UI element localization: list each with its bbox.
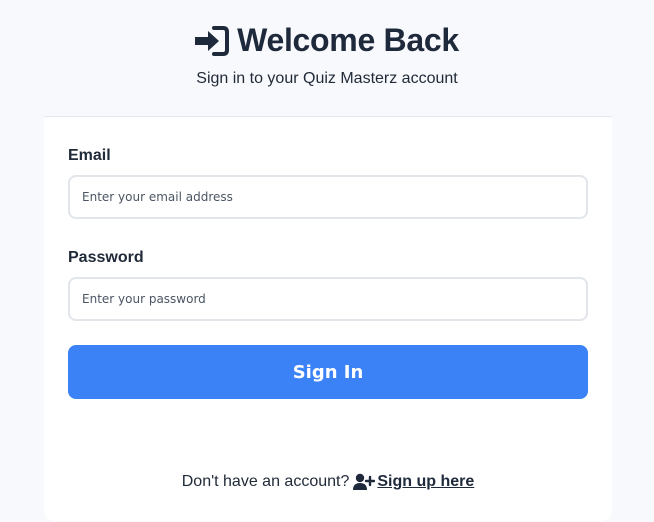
password-field[interactable] (68, 277, 588, 321)
page-subtitle: Sign in to your Quiz Masterz account (196, 70, 458, 87)
signup-link-label: Sign up here (377, 473, 475, 490)
page-title: Welcome Back (237, 22, 459, 58)
signup-link[interactable]: Sign up here (353, 473, 474, 491)
user-plus-icon (353, 473, 376, 491)
email-label: Email (68, 147, 111, 164)
title-row: Welcome Back (0, 22, 654, 59)
sign-in-icon (195, 25, 230, 57)
sign-in-button[interactable]: Sign In (68, 345, 588, 399)
password-label: Password (68, 249, 144, 266)
email-field[interactable] (68, 175, 588, 219)
signup-prompt: Don't have an account? Sign up here (44, 473, 612, 491)
signup-prompt-text: Don't have an account? (181, 473, 350, 490)
sign-in-card: Email Password Sign In Don't have an acc… (44, 116, 612, 521)
